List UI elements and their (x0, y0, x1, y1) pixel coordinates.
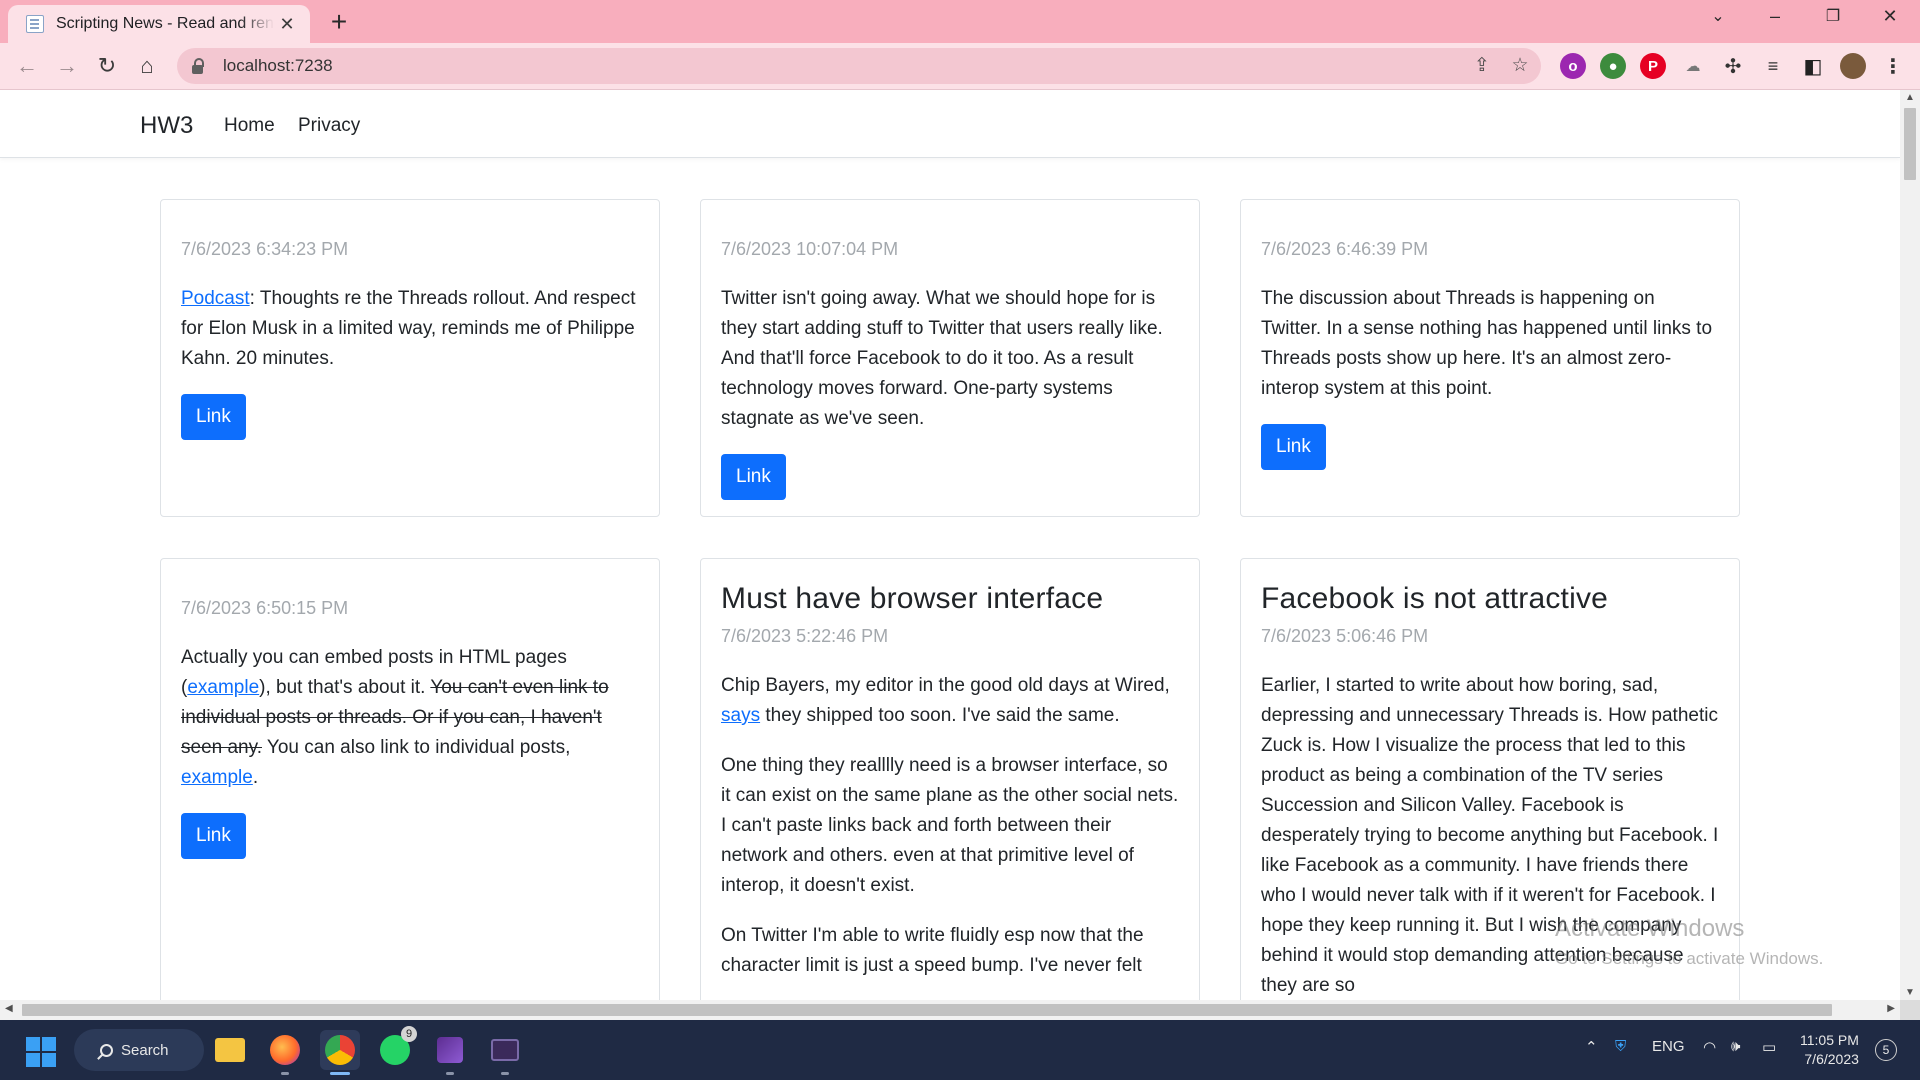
horizontal-scrollbar[interactable]: ◀ ▶ (0, 1000, 1900, 1020)
post-date: 7/6/2023 5:22:46 PM (721, 626, 889, 646)
taskbar-clock[interactable]: 11:05 PM 7/6/2023 (1800, 1031, 1859, 1069)
battery-icon[interactable]: ▭ (1762, 1038, 1776, 1056)
close-window-icon[interactable]: ✕ (1872, 6, 1908, 27)
back-icon[interactable]: ← (12, 51, 42, 81)
site-brand[interactable]: HW3 (140, 112, 193, 140)
post-text: On Twitter I'm able to write fluidly esp… (721, 925, 1144, 976)
site-navbar: HW3 Home Privacy (0, 90, 1900, 158)
security-shield-icon[interactable]: ⛨ (1615, 1038, 1626, 1055)
new-tab-icon[interactable]: + (324, 6, 354, 38)
tab-search-chevron-icon[interactable]: ⌄ (1700, 6, 1736, 26)
scrollbar-thumb[interactable] (1904, 108, 1916, 180)
windows-taskbar: Search 9 ⌃ ⛨ ENG ◠ 🕪 ▭ 11:05 PM 7/6/2023… (0, 1020, 1920, 1080)
vertical-scrollbar[interactable]: ▲ ▼ (1900, 90, 1920, 1000)
terminal-icon[interactable] (485, 1030, 525, 1075)
forward-icon[interactable]: → (52, 51, 82, 81)
post-text: One thing they realllly need is a browse… (721, 755, 1179, 896)
scrollbar-thumb[interactable] (22, 1004, 1832, 1016)
whatsapp-badge: 9 (401, 1026, 417, 1042)
pinterest-icon[interactable]: P (1640, 53, 1666, 79)
podcast-link[interactable]: Podcast (181, 288, 250, 309)
post-title: Must have browser interface (721, 582, 1104, 615)
browser-toolbar: ← → ↻ ⌂ localhost:7238 ⇪ ☆ o ● P ☁ ✣ ≡ ◧… (0, 43, 1920, 90)
example-link[interactable]: example (181, 767, 253, 788)
side-panel-icon[interactable]: ◧ (1800, 53, 1826, 79)
tab-strip: Scripting News - Read and render ✕ + ⌄ –… (0, 0, 1920, 43)
scroll-down-icon[interactable]: ▼ (1900, 987, 1920, 998)
firefox-icon[interactable] (265, 1030, 305, 1075)
link-button[interactable]: Link (1261, 424, 1326, 470)
language-indicator[interactable]: ENG (1652, 1038, 1685, 1055)
volume-icon[interactable]: 🕪 (1731, 1038, 1740, 1055)
post-text: Chip Bayers, my editor in the good old d… (721, 675, 1170, 726)
visual-studio-icon[interactable] (430, 1030, 470, 1075)
post-card: 7/6/2023 6:50:15 PM Actually you can emb… (160, 558, 660, 1000)
extension-globe-icon[interactable]: ● (1600, 53, 1626, 79)
post-title: Facebook is not attractive (1261, 582, 1609, 615)
taskbar-search[interactable]: Search (74, 1029, 204, 1071)
scroll-up-icon[interactable]: ▲ (1900, 92, 1920, 103)
chrome-icon[interactable] (320, 1030, 360, 1075)
post-text: Earlier, I started to write about how bo… (1261, 675, 1719, 996)
example-link[interactable]: example (187, 677, 259, 698)
lock-icon[interactable] (192, 57, 204, 74)
reading-list-icon[interactable]: ≡ (1760, 53, 1786, 79)
extension-purple-icon[interactable]: o (1560, 53, 1586, 79)
post-card: Must have browser interface 7/6/2023 5:2… (700, 558, 1200, 1000)
address-bar[interactable]: localhost:7238 ⇪ ☆ (177, 48, 1541, 84)
post-date: 7/6/2023 10:07:04 PM (721, 239, 899, 259)
active-tab[interactable]: Scripting News - Read and render ✕ (8, 5, 310, 43)
reload-icon[interactable]: ↻ (92, 51, 122, 81)
close-tab-icon[interactable]: ✕ (276, 14, 298, 35)
link-button[interactable]: Link (721, 454, 786, 500)
search-icon (100, 1043, 113, 1057)
post-text: The discussion about Threads is happenin… (1261, 288, 1713, 399)
extension-cloud-icon[interactable]: ☁ (1680, 53, 1706, 79)
scroll-right-icon[interactable]: ▶ (1887, 1003, 1895, 1014)
minimize-icon[interactable]: – (1757, 6, 1793, 27)
post-card: 7/6/2023 6:46:39 PM The discussion about… (1240, 199, 1740, 517)
wifi-icon[interactable]: ◠ (1703, 1038, 1716, 1056)
profile-avatar[interactable] (1840, 53, 1866, 79)
file-explorer-icon[interactable] (210, 1030, 250, 1070)
scrollbar-corner (1900, 1000, 1920, 1020)
bookmark-star-icon[interactable]: ☆ (1510, 56, 1530, 76)
extensions-puzzle-icon[interactable]: ✣ (1720, 53, 1746, 79)
url-text[interactable]: localhost:7238 (223, 56, 333, 76)
share-icon[interactable]: ⇪ (1472, 56, 1492, 76)
scroll-left-icon[interactable]: ◀ (5, 1003, 13, 1014)
post-date: 7/6/2023 6:34:23 PM (181, 239, 349, 259)
link-button[interactable]: Link (181, 394, 246, 440)
post-card: Facebook is not attractive 7/6/2023 5:06… (1240, 558, 1740, 1000)
post-text: Actually you can embed posts in HTML pag… (181, 647, 609, 788)
whatsapp-icon[interactable]: 9 (375, 1026, 417, 1070)
post-card: 7/6/2023 10:07:04 PM Twitter isn't going… (700, 199, 1200, 517)
says-link[interactable]: says (721, 705, 760, 726)
post-date: 7/6/2023 6:46:39 PM (1261, 239, 1429, 259)
post-date: 7/6/2023 6:50:15 PM (181, 598, 349, 618)
more-menu-icon[interactable]: ⋮ (1880, 53, 1906, 79)
notification-count[interactable]: 5 (1875, 1039, 1897, 1061)
show-hidden-icons-chevron-icon[interactable]: ⌃ (1585, 1038, 1598, 1056)
post-text: Twitter isn't going away. What we should… (721, 288, 1163, 429)
start-windows-icon[interactable] (26, 1037, 56, 1067)
nav-privacy[interactable]: Privacy (298, 115, 360, 137)
home-icon[interactable]: ⌂ (132, 51, 162, 81)
post-text: Podcast: Thoughts re the Threads rollout… (181, 288, 636, 369)
link-button[interactable]: Link (181, 813, 246, 859)
post-card: 7/6/2023 6:34:23 PM Podcast: Thoughts re… (160, 199, 660, 517)
tab-title: Scripting News - Read and render (56, 15, 274, 32)
nav-home[interactable]: Home (224, 115, 275, 137)
restore-icon[interactable]: ❐ (1815, 6, 1851, 26)
page-favicon-icon (26, 15, 44, 33)
post-date: 7/6/2023 5:06:46 PM (1261, 626, 1429, 646)
page-viewport: HW3 Home Privacy 7/6/2023 6:34:23 PM Pod… (0, 90, 1900, 1000)
